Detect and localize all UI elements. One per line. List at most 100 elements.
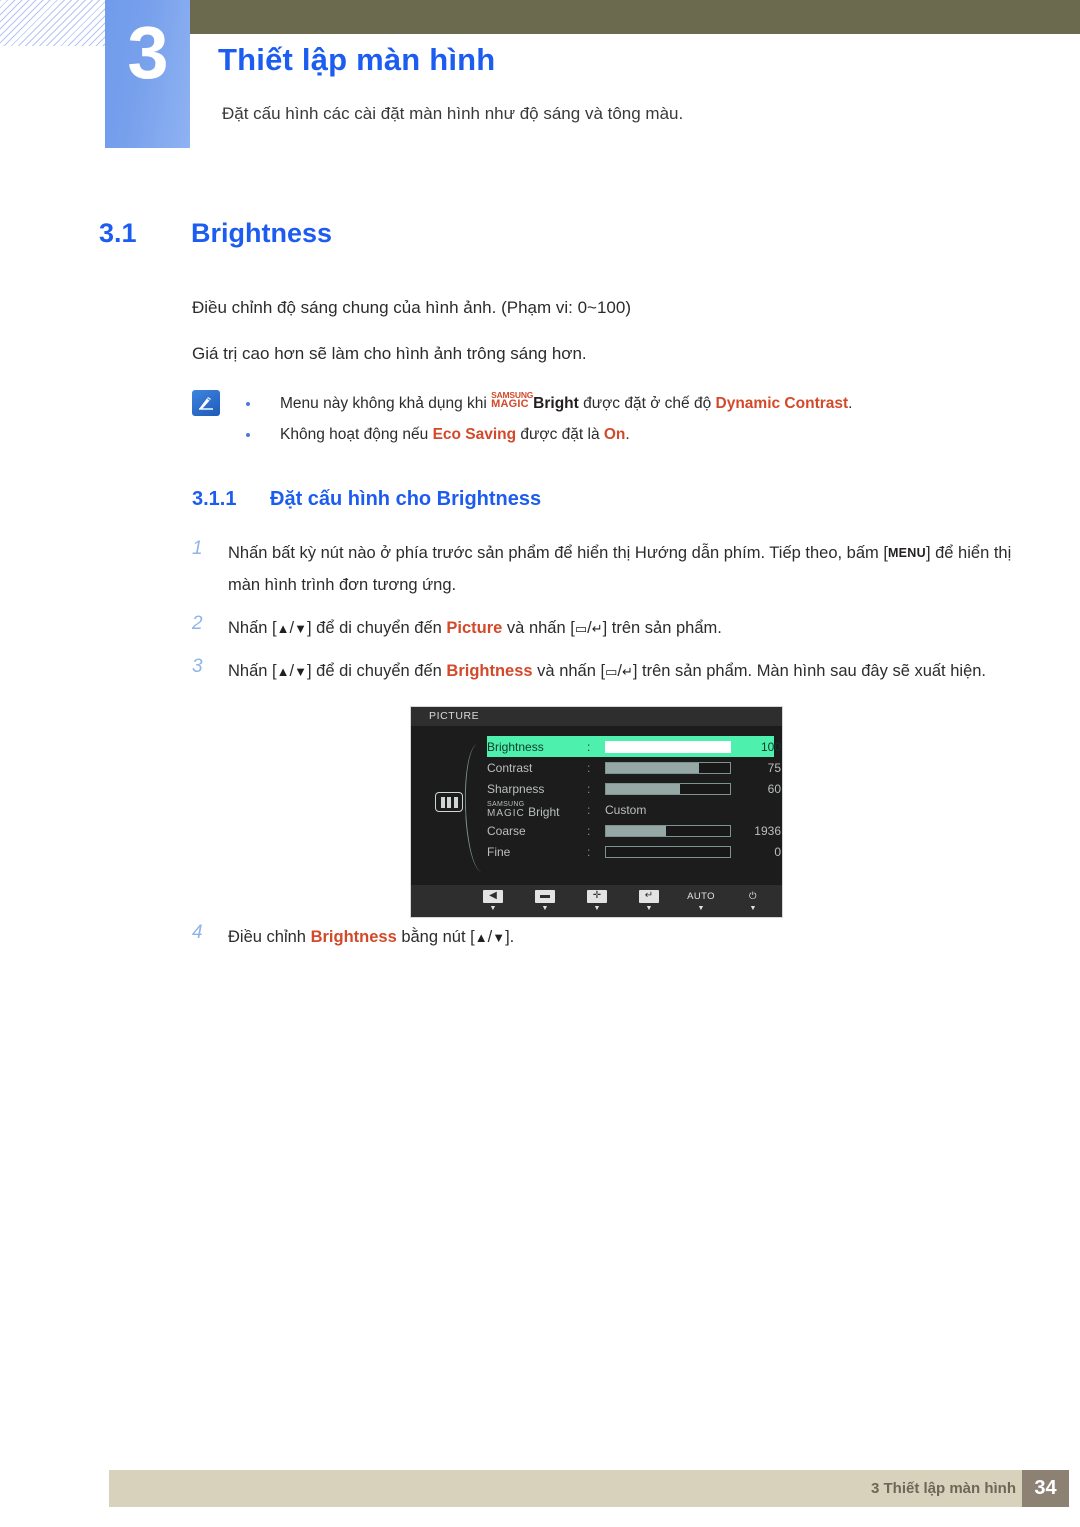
- osd-slider-track[interactable]: [605, 782, 731, 795]
- section-title: Brightness: [191, 218, 333, 248]
- osd-colon: :: [587, 844, 591, 859]
- plus-icon: ✛: [587, 889, 607, 903]
- step-text-part: ] để di chuyển đến: [306, 619, 447, 637]
- osd-bright-label: Bright: [528, 804, 560, 819]
- step-number: 1: [192, 538, 203, 559]
- osd-colon: :: [587, 823, 591, 838]
- note-item: Không hoạt động nếu Eco Saving được đặt …: [192, 419, 952, 450]
- osd-row-value: 1936: [754, 823, 781, 838]
- osd-row-fine[interactable]: Fine : 0: [487, 841, 781, 862]
- section-number: 3.1: [99, 218, 137, 248]
- footer-chapter-label: 3 Thiết lập màn hình: [870, 1480, 1016, 1497]
- osd-slider-track[interactable]: [605, 740, 731, 753]
- down-arrow-icon: ▼: [294, 621, 307, 636]
- osd-colon: :: [587, 781, 591, 796]
- osd-row-value: 100: [760, 739, 781, 754]
- step-list: 1 Nhấn bất kỳ nút nào ở phía trước sản p…: [192, 538, 1022, 699]
- osd-magic-top: SAMSUNG: [487, 800, 525, 808]
- enter-icon: ↵: [639, 889, 659, 903]
- osd-back-button[interactable]: ◀ ▼: [478, 889, 508, 913]
- chapter-number: 3: [127, 11, 168, 94]
- magic-bottom: MAGIC: [491, 398, 529, 410]
- note-highlight-on: On: [603, 426, 626, 443]
- note-text-prefix: Menu này không khả dụng khi: [280, 395, 492, 412]
- osd-button-bar: ◀ ▼ ▬ ▼ ✛ ▼ ↵ ▼ AUTO ▼ ⏻ ▼: [411, 885, 782, 917]
- note-text-middle: được đặt là: [516, 426, 604, 443]
- osd-row-brightness[interactable]: Brightness : 100: [487, 736, 781, 757]
- chapter-title: Thiết lập màn hình: [218, 42, 496, 77]
- osd-row-value: 75: [767, 760, 781, 775]
- osd-row-magicbright[interactable]: SAMSUNG MAGIC Bright : Custom: [487, 799, 774, 820]
- step-text-part: Nhấn bất kỳ nút nào ở phía trước sản phẩ…: [228, 544, 888, 562]
- step-number: 2: [192, 613, 203, 634]
- step-item: 3 Nhấn [▲/▼] để di chuyển đến Brightness…: [192, 656, 1022, 687]
- up-arrow-icon: ▲: [474, 930, 488, 945]
- osd-colon: :: [587, 760, 591, 775]
- note-highlight-eco-saving: Eco Saving: [432, 426, 517, 443]
- step-text: Nhấn bất kỳ nút nào ở phía trước sản phẩ…: [228, 544, 1011, 594]
- subsection-title: Đặt cấu hình cho Brightness: [270, 488, 542, 510]
- picture-bars-icon: [435, 792, 463, 812]
- chevron-down-icon: ▼: [645, 904, 653, 912]
- osd-minus-button[interactable]: ▬ ▼: [530, 889, 560, 913]
- source-icon: ▭: [574, 621, 588, 636]
- menu-key-label: MENU: [887, 546, 926, 560]
- osd-magic-bottom: MAGIC: [487, 807, 525, 819]
- step-text-part: Nhấn [: [228, 662, 277, 680]
- osd-slider-track[interactable]: [605, 824, 731, 837]
- down-arrow-icon: ▼: [492, 930, 506, 945]
- osd-row-value: 0: [774, 844, 781, 859]
- subsection-heading: 3.1.1 Đặt cấu hình cho Brightness: [192, 488, 541, 511]
- step-item: 1 Nhấn bất kỳ nút nào ở phía trước sản p…: [192, 538, 1022, 601]
- osd-menu-image: PICTURE Brightness : 100 Contrast : 75 S…: [410, 706, 783, 918]
- osd-slider-fill: [606, 825, 666, 836]
- section-paragraph-2: Giá trị cao hơn sẽ làm cho hình ảnh trôn…: [192, 344, 587, 363]
- osd-slider-fill: [606, 741, 730, 752]
- header-olive-bar: [190, 0, 1080, 34]
- note-text-suffix: .: [848, 395, 853, 412]
- chapter-description: Đặt cấu hình các cài đặt màn hình như độ…: [222, 104, 684, 123]
- up-arrow-icon: ▲: [276, 621, 290, 636]
- step-text-part: Điều chỉnh: [228, 928, 311, 946]
- subsection-number: 3.1.1: [192, 488, 237, 510]
- osd-enter-button[interactable]: ↵ ▼: [634, 889, 664, 913]
- step-text-part: ].: [505, 928, 515, 946]
- note-text-prefix: Không hoạt động nếu: [280, 426, 433, 443]
- up-arrow-icon: ▲: [276, 664, 290, 679]
- step-number: 3: [192, 656, 203, 677]
- step-text-part: Nhấn [: [228, 619, 277, 637]
- step-number: 4: [192, 922, 203, 943]
- osd-row-label: Contrast: [487, 760, 533, 775]
- step-highlight-brightness: Brightness: [310, 928, 397, 946]
- osd-row-label: Coarse: [487, 823, 526, 838]
- osd-colon: :: [587, 802, 591, 817]
- decorative-hatch-pattern: [0, 0, 112, 46]
- osd-colon: :: [587, 739, 591, 754]
- osd-slider-track[interactable]: [605, 845, 731, 858]
- note-text-middle: được đặt ở chế độ: [578, 395, 716, 412]
- chevron-down-icon: ▼: [697, 904, 705, 912]
- osd-auto-button[interactable]: AUTO ▼: [686, 890, 716, 913]
- osd-title: PICTURE: [411, 707, 782, 726]
- osd-power-button[interactable]: ⏻ ▼: [738, 890, 768, 913]
- enter-icon: ↵: [591, 621, 603, 636]
- osd-row-value: 60: [767, 781, 781, 796]
- step-text-part: và nhấn [: [502, 619, 575, 637]
- osd-row-label: SAMSUNG MAGIC Bright: [487, 801, 587, 819]
- chevron-down-icon: ▼: [489, 904, 497, 912]
- note-block: Menu này không khả dụng khi SAMSUNG MAGIC…: [192, 388, 952, 450]
- osd-body: Brightness : 100 Contrast : 75 Sharpness…: [411, 726, 782, 886]
- source-icon: ▭: [605, 664, 618, 679]
- chevron-down-icon: ▼: [749, 904, 757, 912]
- osd-row-sharpness[interactable]: Sharpness : 60: [487, 778, 781, 799]
- note-item: Menu này không khả dụng khi SAMSUNG MAGIC…: [192, 388, 952, 419]
- chevron-down-icon: ▼: [593, 904, 601, 912]
- section-paragraph-1: Điều chỉnh độ sáng chung của hình ảnh. (…: [192, 298, 631, 317]
- osd-slider-track[interactable]: [605, 761, 731, 774]
- power-icon: ⏻: [749, 890, 757, 902]
- osd-row-coarse[interactable]: Coarse : 1936: [487, 820, 781, 841]
- osd-plus-button[interactable]: ✛ ▼: [582, 889, 612, 913]
- osd-row-contrast[interactable]: Contrast : 75: [487, 757, 781, 778]
- section-heading: 3.1 Brightness: [99, 218, 332, 249]
- step-text-part: và nhấn [: [532, 662, 606, 680]
